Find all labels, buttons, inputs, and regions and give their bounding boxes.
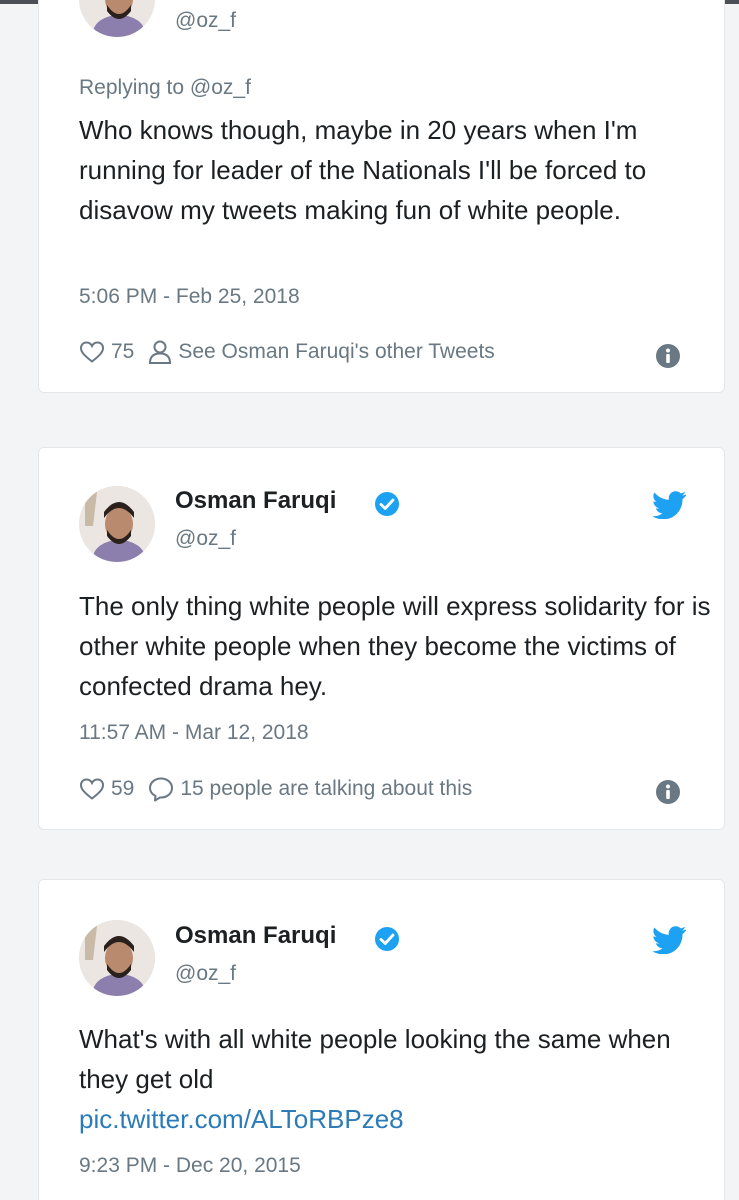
verified-badge-icon	[375, 927, 399, 951]
verified-badge-icon	[375, 492, 399, 516]
author-name[interactable]: Osman Faruqi	[175, 487, 336, 515]
see-other-tweets-link[interactable]: See Osman Faruqi's other Tweets	[148, 339, 495, 365]
media-link[interactable]: pic.twitter.com/ALToRBPze8	[79, 1104, 404, 1134]
like-count: 75	[111, 340, 135, 363]
avatar[interactable]	[79, 920, 155, 996]
like-button[interactable]: 59	[79, 777, 134, 801]
twitter-bird-icon[interactable]	[653, 926, 687, 954]
tweet-actions: 59 15 people are talking about this	[79, 774, 486, 804]
tweet-timestamp[interactable]: 9:23 PM - Dec 20, 2015	[79, 1154, 301, 1178]
author-name[interactable]: Osman Faruqi	[175, 922, 336, 950]
tweet-text-body: What's with all white people looking the…	[79, 1024, 671, 1094]
conversation-label: 15 people are talking about this	[180, 777, 473, 800]
comment-icon	[149, 777, 174, 802]
tweet-timestamp[interactable]: 11:57 AM - Mar 12, 2018	[79, 721, 309, 745]
tweet-card: @oz_f Replying to @oz_f Who knows though…	[38, 0, 725, 393]
tweet-actions: 75 See Osman Faruqi's other Tweets	[79, 337, 509, 367]
info-icon[interactable]	[655, 779, 681, 805]
tweet-timestamp[interactable]: 5:06 PM - Feb 25, 2018	[79, 285, 300, 309]
info-icon[interactable]	[655, 343, 681, 369]
tweet-card: Osman Faruqi @oz_f What's with all white…	[38, 879, 725, 1200]
author-handle[interactable]: @oz_f	[175, 527, 236, 551]
tweet-text: Who knows though, maybe in 20 years when…	[79, 115, 647, 225]
avatar[interactable]	[79, 0, 155, 37]
like-button[interactable]: 75	[79, 340, 134, 364]
tweet-text: What's with all white people looking the…	[79, 1019, 699, 1139]
avatar[interactable]	[79, 486, 155, 562]
conversation-link[interactable]: 15 people are talking about this	[148, 776, 472, 802]
see-other-tweets-label: See Osman Faruqi's other Tweets	[178, 340, 495, 363]
heart-icon	[79, 341, 105, 363]
heart-icon	[79, 778, 105, 800]
replying-to[interactable]: Replying to @oz_f	[79, 76, 251, 100]
tweet-card: Osman Faruqi @oz_f The only thing white …	[38, 447, 725, 830]
tweet-text: The only thing white people will express…	[79, 591, 711, 701]
author-handle[interactable]: @oz_f	[175, 9, 236, 33]
twitter-bird-icon[interactable]	[653, 491, 687, 519]
like-count: 59	[111, 777, 135, 800]
person-icon	[149, 340, 172, 364]
author-handle[interactable]: @oz_f	[175, 962, 236, 986]
